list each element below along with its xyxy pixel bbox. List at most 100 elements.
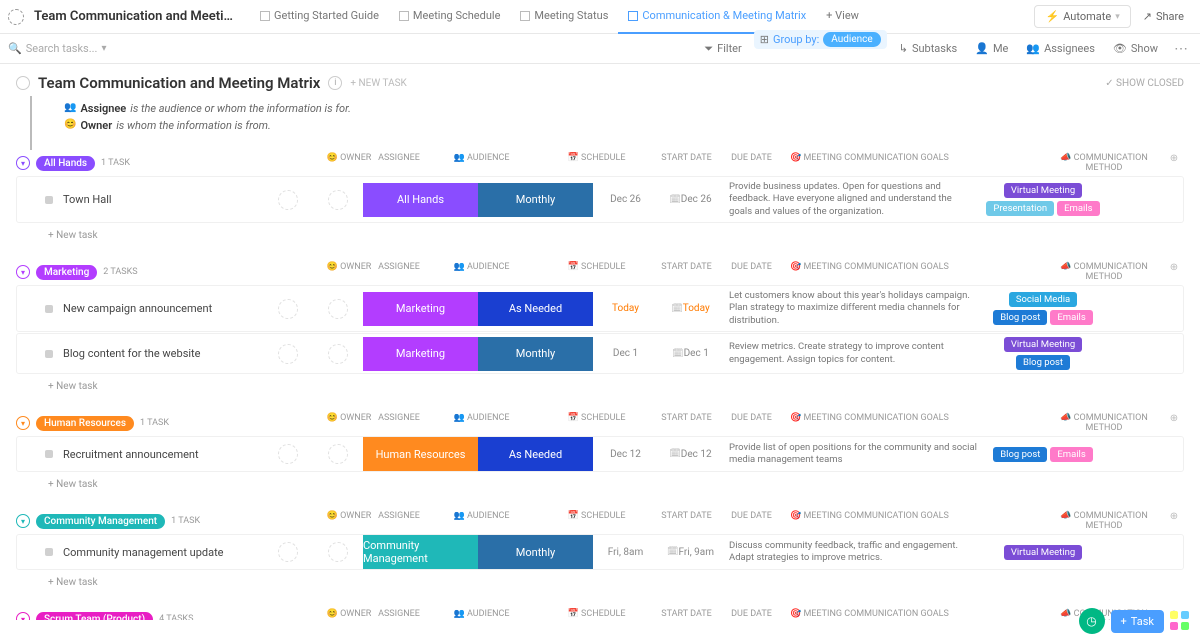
col-goals[interactable]: 🎯 MEETING COMMUNICATION GOALS (784, 153, 1044, 173)
schedule-cell[interactable]: Monthly (478, 337, 593, 371)
due-date[interactable]: 🗓 Dec 1 (658, 348, 723, 359)
method-tag[interactable]: Emails (1050, 310, 1092, 325)
new-task-fab[interactable]: +Task (1111, 610, 1164, 633)
col-audience[interactable]: 👥 AUDIENCE (424, 153, 539, 173)
add-column[interactable]: ⊕ (1164, 153, 1184, 173)
col-method[interactable]: 📣 COMMUNICATION METHOD (1044, 511, 1164, 531)
col-owner[interactable]: 😊 OWNER (324, 511, 374, 531)
method-tag[interactable]: Blog post (993, 447, 1047, 462)
due-date[interactable]: 🗓 Dec 12 (658, 449, 723, 460)
task-name[interactable]: Town Hall (63, 193, 263, 206)
methods-cell[interactable]: Virtual Meeting (983, 542, 1103, 563)
method-tag[interactable]: Emails (1057, 201, 1099, 216)
col-start[interactable]: START DATE (654, 262, 719, 282)
goals-cell[interactable]: Review metrics. Create strategy to impro… (723, 337, 983, 370)
col-due[interactable]: DUE DATE (719, 511, 784, 531)
collapse-toggle[interactable]: ▾ (16, 416, 30, 430)
col-due[interactable]: DUE DATE (719, 262, 784, 282)
schedule-cell[interactable]: Monthly (478, 535, 593, 569)
view-tab[interactable]: Getting Started Guide (250, 0, 389, 34)
col-goals[interactable]: 🎯 MEETING COMMUNICATION GOALS (784, 511, 1044, 531)
subtasks-button[interactable]: ↳Subtasks (893, 40, 964, 57)
due-date[interactable]: 🗓 Dec 26 (658, 194, 723, 205)
col-assignee[interactable]: ASSIGNEE (374, 609, 424, 620)
apps-grid-button[interactable] (1170, 611, 1190, 631)
schedule-cell[interactable]: Monthly (478, 183, 593, 217)
methods-cell[interactable]: Blog postEmails (983, 444, 1103, 465)
start-date[interactable]: Dec 26 (593, 194, 658, 205)
owner-cell[interactable] (263, 344, 313, 364)
group-badge[interactable]: Community Management (36, 514, 165, 529)
col-owner[interactable]: 😊 OWNER (324, 413, 374, 433)
due-date[interactable]: 🗓 Fri, 9am (658, 547, 723, 558)
group-badge[interactable]: Marketing (36, 265, 97, 280)
col-schedule[interactable]: 📅 SCHEDULE (539, 153, 654, 173)
owner-cell[interactable] (263, 299, 313, 319)
task-name[interactable]: Blog content for the website (63, 347, 263, 360)
col-start[interactable]: START DATE (654, 413, 719, 433)
assignee-cell[interactable] (313, 444, 363, 464)
method-tag[interactable]: Social Media (1009, 292, 1077, 307)
col-goals[interactable]: 🎯 MEETING COMMUNICATION GOALS (784, 413, 1044, 433)
start-date[interactable]: Dec 12 (593, 449, 658, 460)
methods-cell[interactable]: Virtual Meeting Blog post (983, 334, 1103, 373)
add-column[interactable]: ⊕ (1164, 413, 1184, 433)
audience-cell[interactable]: Marketing (363, 292, 478, 326)
methods-cell[interactable]: Virtual MeetingPresentationEmails (983, 180, 1103, 219)
assignee-cell[interactable] (313, 344, 363, 364)
view-tab[interactable]: Meeting Status (510, 0, 618, 34)
owner-cell[interactable] (263, 190, 313, 210)
col-audience[interactable]: 👥 AUDIENCE (424, 262, 539, 282)
audience-cell[interactable]: Human Resources (363, 437, 478, 471)
method-tag[interactable]: Blog post (993, 310, 1047, 325)
start-date[interactable]: Today (593, 303, 658, 314)
method-tag[interactable]: Emails (1050, 447, 1092, 462)
goals-cell[interactable]: Provide list of open positions for the c… (723, 438, 983, 471)
info-icon[interactable]: i (328, 76, 342, 90)
status-dot[interactable] (45, 548, 53, 556)
method-tag[interactable]: Virtual Meeting (1004, 337, 1082, 352)
task-row[interactable]: Blog content for the website Marketing M… (16, 333, 1184, 374)
audience-cell[interactable]: Marketing (363, 337, 478, 371)
status-dot[interactable] (45, 305, 53, 313)
automate-button[interactable]: ⚡ Automate ▾ (1034, 5, 1130, 28)
group-by-button[interactable]: ⊞ Group by: Audience (754, 30, 887, 49)
group-badge[interactable]: All Hands (36, 156, 95, 171)
col-due[interactable]: DUE DATE (719, 609, 784, 620)
space-title[interactable]: Team Communication and Meeting Ma... (34, 9, 234, 24)
owner-cell[interactable] (263, 542, 313, 562)
col-due[interactable]: DUE DATE (719, 153, 784, 173)
method-tag[interactable]: Blog post (1016, 355, 1070, 370)
task-row[interactable]: New campaign announcement Marketing As N… (16, 285, 1184, 332)
schedule-cell[interactable]: As Needed (478, 292, 593, 326)
task-row[interactable]: Town Hall All Hands Monthly Dec 26 🗓 Dec… (16, 176, 1184, 223)
new-task-link[interactable]: + New task (16, 571, 1184, 588)
status-dot[interactable] (45, 450, 53, 458)
task-row[interactable]: Recruitment announcement Human Resources… (16, 436, 1184, 472)
col-assignee[interactable]: ASSIGNEE (374, 511, 424, 531)
col-method[interactable]: 📣 COMMUNICATION METHOD (1044, 413, 1164, 433)
method-tag[interactable]: Virtual Meeting (1004, 183, 1082, 198)
assignee-cell[interactable] (313, 190, 363, 210)
filter-button[interactable]: ⏷Filter (698, 40, 747, 58)
col-assignee[interactable]: ASSIGNEE (374, 153, 424, 173)
task-name[interactable]: New campaign announcement (63, 302, 263, 315)
method-tag[interactable]: Virtual Meeting (1004, 545, 1082, 560)
col-owner[interactable]: 😊 OWNER (324, 153, 374, 173)
add-column[interactable]: ⊕ (1164, 262, 1184, 282)
group-badge[interactable]: Scrum Team (Product) (36, 612, 153, 620)
schedule-cell[interactable]: As Needed (478, 437, 593, 471)
col-owner[interactable]: 😊 OWNER (324, 609, 374, 620)
add-column[interactable]: ⊕ (1164, 511, 1184, 531)
col-owner[interactable]: 😊 OWNER (324, 262, 374, 282)
col-method[interactable]: 📣 COMMUNICATION METHOD (1044, 153, 1164, 173)
view-tab[interactable]: Meeting Schedule (389, 0, 510, 34)
view-tab[interactable]: Communication & Meeting Matrix (618, 0, 816, 34)
collapse-toggle[interactable]: ▾ (16, 514, 30, 528)
col-schedule[interactable]: 📅 SCHEDULE (539, 511, 654, 531)
status-dot[interactable] (45, 196, 53, 204)
audience-cell[interactable]: Community Management (363, 535, 478, 569)
col-start[interactable]: START DATE (654, 153, 719, 173)
col-due[interactable]: DUE DATE (719, 413, 784, 433)
assignee-cell[interactable] (313, 299, 363, 319)
